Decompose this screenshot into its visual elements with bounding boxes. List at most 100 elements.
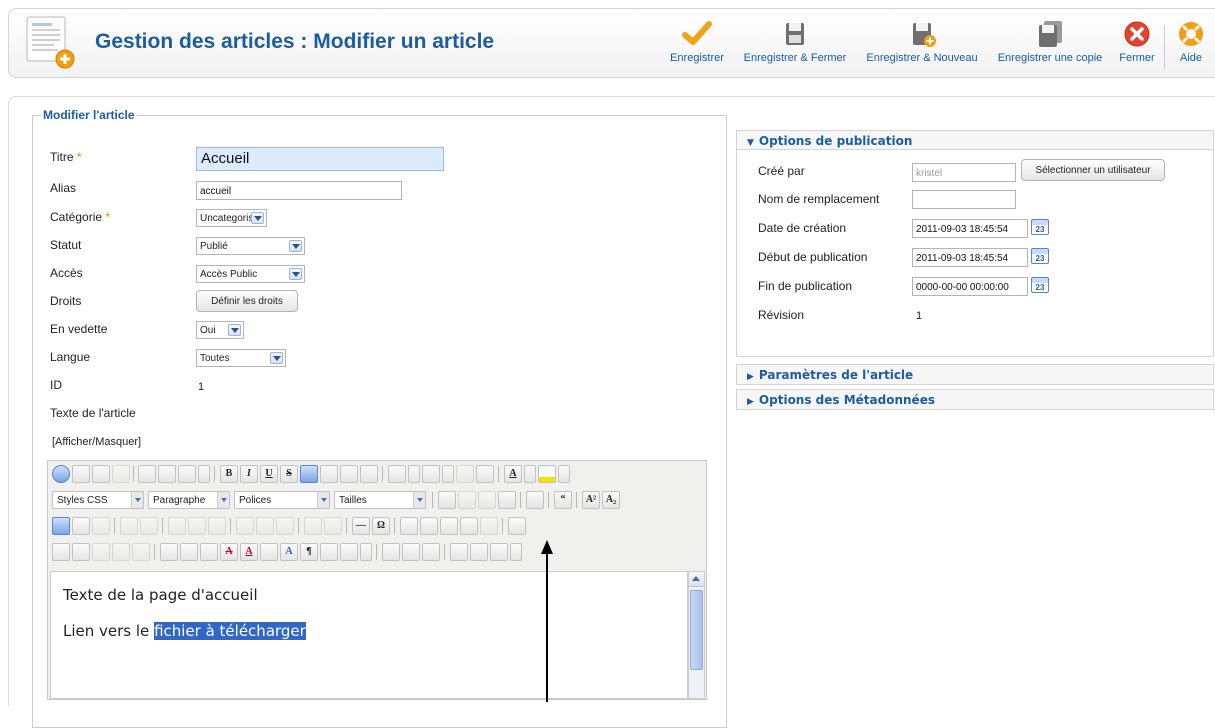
title-input[interactable]: Accueil <box>196 147 444 171</box>
css-styles-select[interactable]: Styles CSS <box>52 491 144 509</box>
justify-icon[interactable] <box>360 465 378 483</box>
bold-icon[interactable]: B <box>220 465 238 483</box>
chevron-down-icon[interactable] <box>524 465 536 483</box>
spellcheck-icon[interactable] <box>490 543 508 561</box>
publishing-options-header[interactable]: ▼ Options de publication <box>737 131 1213 150</box>
attributes-icon[interactable] <box>260 543 278 561</box>
bullet-list-icon[interactable] <box>388 465 406 483</box>
chevron-down-icon[interactable] <box>360 543 372 561</box>
cut-icon[interactable] <box>138 465 156 483</box>
numbered-list-icon[interactable] <box>422 465 440 483</box>
redo-icon[interactable] <box>112 465 130 483</box>
image-manager-icon[interactable] <box>508 517 526 535</box>
scroll-up-icon[interactable] <box>689 572 704 587</box>
publish-up-input[interactable]: 2011-09-03 18:45:54 <box>912 248 1028 267</box>
fullscreen-icon[interactable] <box>422 543 440 561</box>
table-props-icon[interactable] <box>304 517 322 535</box>
selected-link-text[interactable]: fichier à télécharger <box>154 622 306 640</box>
created-date-input[interactable]: 2011-09-03 18:45:54 <box>912 219 1028 238</box>
find-icon[interactable] <box>450 543 468 561</box>
created-by-alias-input[interactable] <box>912 190 1016 209</box>
paste-word-icon[interactable] <box>112 543 130 561</box>
editor-scrollbar[interactable] <box>688 571 705 699</box>
media-icon[interactable] <box>420 517 438 535</box>
strikethrough-icon[interactable]: S <box>280 465 298 483</box>
help-button[interactable]: Aide <box>1171 19 1211 75</box>
delete-table-icon[interactable] <box>324 517 342 535</box>
delete-row-icon[interactable] <box>168 517 186 535</box>
scroll-thumb[interactable] <box>690 590 703 670</box>
layer-forward-icon[interactable] <box>478 491 496 509</box>
sizes-select[interactable]: Tailles <box>334 491 426 509</box>
insert-row-before-icon[interactable] <box>120 517 138 535</box>
acronym-icon[interactable] <box>200 543 218 561</box>
special-char-icon[interactable]: Ω <box>372 517 390 535</box>
insert-image-icon[interactable] <box>400 517 418 535</box>
align-left-icon[interactable] <box>300 465 318 483</box>
language-select[interactable]: Toutes <box>196 349 286 367</box>
visual-chars-icon[interactable]: ¶ <box>300 543 318 561</box>
insert-table-icon[interactable] <box>52 517 70 535</box>
chevron-down-icon[interactable] <box>198 465 210 483</box>
insert-col-before-icon[interactable] <box>188 517 206 535</box>
align-right-icon[interactable] <box>340 465 358 483</box>
layer-back-icon[interactable] <box>458 491 476 509</box>
metadata-panel[interactable]: ▶ Options des Métadonnées <box>736 389 1214 410</box>
save-new-button[interactable]: Enregistrer & Nouveau <box>859 19 985 75</box>
insertion-icon[interactable]: A <box>240 543 258 561</box>
delete-col-icon[interactable] <box>236 517 254 535</box>
paragraph-select[interactable]: Paragraphe <box>148 491 230 509</box>
horizontal-rule-icon[interactable]: — <box>352 517 370 535</box>
absolute-position-icon[interactable] <box>498 491 516 509</box>
insert-row-after-icon[interactable] <box>140 517 158 535</box>
save-close-button[interactable]: Enregistrer & Fermer <box>737 19 853 75</box>
cite-icon[interactable] <box>160 543 178 561</box>
letter-case-icon[interactable] <box>340 543 358 561</box>
chevron-down-icon[interactable] <box>442 465 454 483</box>
featured-select[interactable]: Oui <box>196 321 244 339</box>
html-source-icon[interactable] <box>72 543 90 561</box>
deletion-icon[interactable]: A <box>220 543 238 561</box>
insert-col-after-icon[interactable] <box>208 517 226 535</box>
select-all-icon[interactable] <box>132 543 150 561</box>
copy-icon[interactable] <box>158 465 176 483</box>
save-button[interactable]: Enregistrer <box>665 19 729 75</box>
chevron-down-icon[interactable] <box>558 465 570 483</box>
paste-icon[interactable] <box>178 465 196 483</box>
category-select[interactable]: Uncategorised <box>196 209 267 227</box>
split-cells-icon[interactable] <box>256 517 274 535</box>
unlink-icon[interactable] <box>480 517 498 535</box>
chevron-down-icon[interactable] <box>510 543 522 561</box>
outdent-icon[interactable] <box>456 465 474 483</box>
article-params-header[interactable]: ▶ Paramètres de l'article <box>737 365 1213 384</box>
italic-icon[interactable]: I <box>240 465 258 483</box>
replace-icon[interactable] <box>470 543 488 561</box>
status-select[interactable]: Publié <box>196 237 305 255</box>
link-icon[interactable] <box>460 517 478 535</box>
close-button[interactable]: Fermer <box>1117 19 1157 75</box>
undo-icon[interactable] <box>92 465 110 483</box>
info-icon[interactable] <box>52 465 70 483</box>
text-color-icon[interactable]: A <box>504 465 522 483</box>
nonbreaking-icon[interactable] <box>320 543 338 561</box>
underline-icon[interactable]: U <box>260 465 278 483</box>
blockquote-icon[interactable]: “ <box>554 491 572 509</box>
chevron-down-icon[interactable] <box>408 465 420 483</box>
calendar-icon[interactable]: 23 <box>1031 219 1049 235</box>
eraser-icon[interactable] <box>526 491 544 509</box>
editor-content[interactable]: Texte de la page d'accueil Lien vers le … <box>50 571 688 699</box>
calendar-icon[interactable]: 23 <box>1031 248 1049 264</box>
calendar-icon[interactable]: 23 <box>1031 277 1049 293</box>
publish-down-input[interactable]: 0000-00-00 00:00:00 <box>912 277 1028 296</box>
table-row-props-icon[interactable] <box>72 517 90 535</box>
select-user-button[interactable]: Sélectionner un utilisateur <box>1021 159 1165 181</box>
anchor-icon[interactable] <box>440 517 458 535</box>
created-by-input[interactable]: kristel <box>912 163 1016 182</box>
access-select[interactable]: Accès Public <box>196 265 305 283</box>
article-params-panel[interactable]: ▶ Paramètres de l'article <box>736 364 1214 385</box>
highlight-icon[interactable] <box>538 465 556 483</box>
styles-icon[interactable]: A <box>280 543 298 561</box>
merge-cells-icon[interactable] <box>276 517 294 535</box>
insert-layer-icon[interactable] <box>438 491 456 509</box>
metadata-header[interactable]: ▶ Options des Métadonnées <box>737 390 1213 409</box>
